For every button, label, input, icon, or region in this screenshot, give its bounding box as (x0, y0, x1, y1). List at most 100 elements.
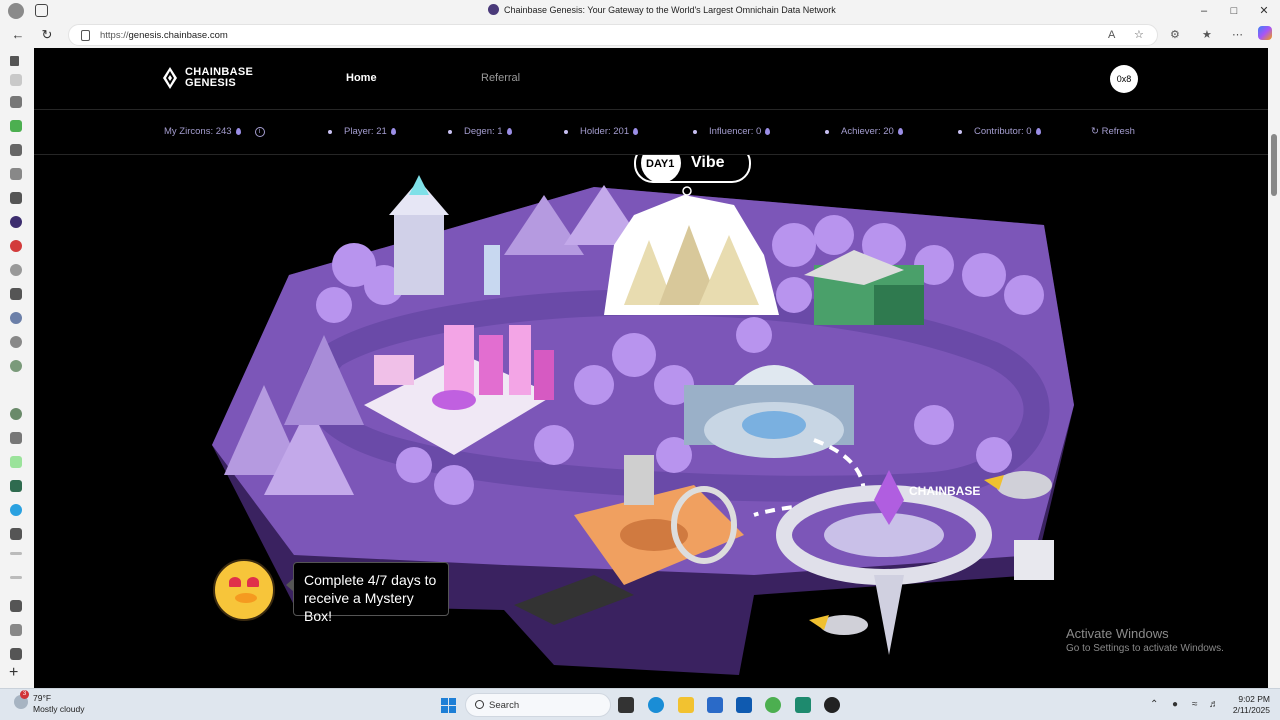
tab-icon[interactable] (10, 432, 22, 444)
activate-windows-watermark: Activate Windows Go to Settings to activ… (1066, 626, 1224, 654)
taskbar-search[interactable]: Search (465, 693, 611, 717)
zircon-drop-icon (765, 128, 771, 135)
duck-avatar (213, 559, 275, 621)
address-bar[interactable]: https://genesis.chainbase.com A ☆ (68, 24, 1158, 46)
info-icon[interactable]: i (254, 126, 265, 137)
tab-icon[interactable] (10, 600, 22, 612)
zircon-drop-icon (897, 128, 903, 135)
tab-icon[interactable] (10, 624, 22, 636)
zircons-stat: My Zircons: 243 i (164, 126, 265, 137)
edge-icon[interactable] (648, 697, 664, 713)
chrome-icon[interactable] (765, 697, 781, 713)
zircon-drop-icon (633, 128, 639, 135)
more-menu-icon[interactable]: ⋯ (1232, 28, 1243, 41)
tab-icon[interactable] (10, 360, 22, 372)
tab-icon[interactable] (10, 288, 22, 300)
app-icon[interactable] (795, 697, 811, 713)
maximize-button[interactable]: □ (1220, 2, 1248, 20)
tab-icon[interactable] (10, 312, 22, 324)
chainbase-logo[interactable]: CHAINBASE GENESIS (163, 67, 253, 89)
windows-taskbar: 3 79°F Mostly cloudy Search ⌃ ● ≈ ♬ 9:02… (0, 688, 1280, 720)
refresh-icon: ↻ (1091, 126, 1099, 137)
task-view-icon[interactable] (618, 697, 634, 713)
tab-icon[interactable] (10, 168, 22, 180)
refresh-button[interactable]: ↻ (39, 27, 55, 43)
tab-actions-icon[interactable] (35, 4, 48, 17)
favorites-icon[interactable]: ★ (1202, 28, 1212, 41)
zircon-drop-icon (506, 128, 512, 135)
page-scrollbar[interactable] (1268, 48, 1280, 688)
day-label: DAY1 (646, 158, 674, 170)
volume-icon[interactable]: ♬ (1209, 699, 1219, 710)
microphone-icon[interactable]: ● (1172, 699, 1178, 710)
zircon-drop-icon (390, 128, 396, 135)
nav-home-link[interactable]: Home (346, 72, 377, 84)
tab-icon[interactable] (10, 120, 22, 132)
refresh-stats-button[interactable]: ↻ Refresh (1091, 126, 1135, 137)
weather-widget[interactable]: 3 79°F Mostly cloudy (14, 690, 85, 715)
browser-titlebar: Chainbase Genesis: Your Gateway to the W… (0, 0, 1280, 22)
tab-icon[interactable] (10, 576, 22, 579)
tab-icon[interactable] (10, 74, 22, 86)
duck-beak (235, 593, 257, 603)
window-title: Chainbase Genesis: Your Gateway to the W… (488, 4, 836, 15)
store-icon[interactable] (707, 697, 723, 713)
start-button[interactable] (441, 698, 456, 713)
bullet-dot-icon (693, 129, 697, 134)
daily-vibe-banner[interactable]: DAY1 Vibe (634, 155, 751, 196)
tab-icon[interactable] (10, 552, 22, 555)
extensions-icon[interactable]: ⚙ (1170, 28, 1180, 41)
contributor-stat: Contributor: 0 (958, 126, 1041, 137)
mystery-box-prompt: Complete 4/7 days to receive a Mystery B… (293, 562, 449, 624)
tab-icon[interactable] (10, 96, 22, 108)
bullet-dot-icon (448, 129, 452, 134)
back-button[interactable]: ← (10, 27, 26, 43)
zircon-drop-icon (235, 128, 241, 135)
station-sign: CHAINBASE (909, 484, 980, 498)
bullet-dot-icon (564, 129, 568, 134)
nav-referral-link[interactable]: Referral (481, 72, 520, 84)
tab-icon[interactable] (10, 336, 22, 348)
profile-icon[interactable] (8, 3, 24, 19)
tab-icon-active[interactable] (10, 216, 22, 228)
tab-icon[interactable] (10, 408, 22, 420)
search-icon (475, 700, 484, 709)
system-clock[interactable]: 9:02 PM 2/11/2025 (1228, 694, 1270, 716)
site-favicon-icon (488, 4, 499, 15)
wallet-avatar-button[interactable]: 0x8 (1110, 65, 1138, 93)
tab-icon[interactable] (10, 528, 22, 540)
tab-icon[interactable] (10, 240, 22, 252)
tab-icon[interactable] (10, 144, 22, 156)
close-button[interactable]: ✕ (1250, 2, 1278, 20)
scrollbar-thumb[interactable] (1271, 134, 1277, 196)
tab-icon[interactable] (10, 264, 22, 276)
minimize-button[interactable]: – (1190, 2, 1218, 20)
favorite-star-icon[interactable]: ☆ (1134, 28, 1144, 41)
site-header: CHAINBASE GENESIS Home Referral 0x8 (34, 48, 1268, 110)
tab-icon[interactable] (10, 56, 19, 66)
spaceship (809, 615, 868, 635)
bullet-dot-icon (328, 129, 332, 134)
wifi-icon[interactable]: ≈ (1192, 699, 1198, 710)
bullet-dot-icon (958, 129, 962, 134)
outlook-icon[interactable] (736, 697, 752, 713)
tab-icon[interactable] (10, 480, 22, 492)
tab-icon[interactable] (10, 504, 22, 516)
file-explorer-icon[interactable] (678, 697, 694, 713)
tab-icon[interactable] (10, 456, 22, 468)
heart-eye-icon (229, 577, 241, 587)
new-tab-icon[interactable]: + (9, 664, 18, 682)
influencer-stat: Influencer: 0 (693, 126, 771, 137)
degen-stat: Degen: 1 (448, 126, 512, 137)
heart-eye-icon (247, 577, 259, 587)
copilot-icon[interactable] (1258, 26, 1272, 40)
show-hidden-icons-icon[interactable]: ⌃ (1150, 699, 1158, 710)
achiever-stat: Achiever: 20 (825, 126, 903, 137)
lock-icon[interactable] (81, 30, 90, 41)
tab-icon[interactable] (10, 192, 22, 204)
chainbase-logo-icon (163, 67, 177, 89)
read-aloud-icon[interactable]: A (1108, 29, 1115, 41)
tab-icon[interactable] (10, 648, 22, 660)
app-icon[interactable] (824, 697, 840, 713)
cargo-box (1014, 540, 1054, 580)
